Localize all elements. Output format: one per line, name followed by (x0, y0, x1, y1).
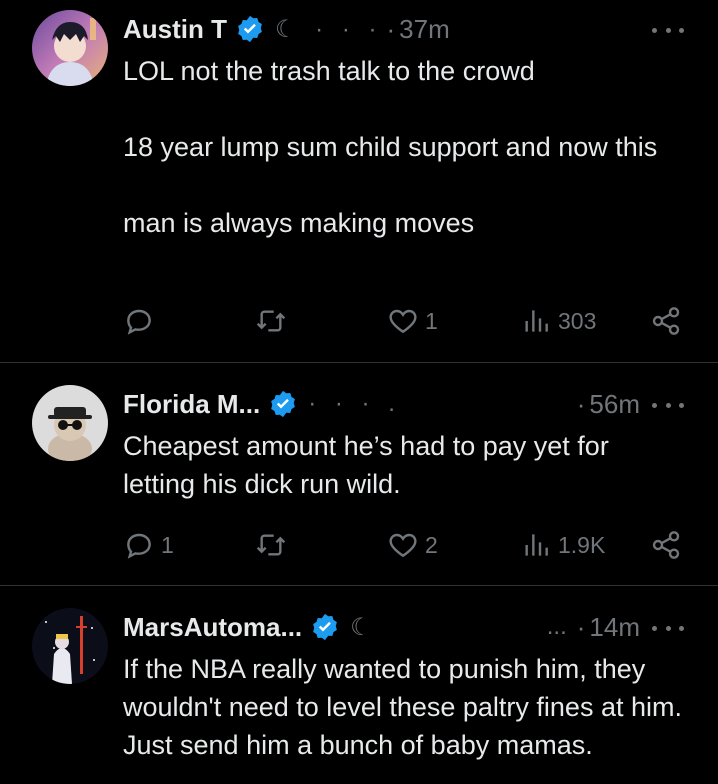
dot-separator: · (576, 611, 586, 642)
tweet-card[interactable]: Florida M... · · · . · 56m Cheapest amou… (0, 363, 718, 585)
reply-icon (127, 309, 151, 335)
display-name[interactable]: Florida M... (123, 389, 260, 420)
share-button[interactable] (650, 301, 682, 341)
share-icon (652, 307, 680, 335)
tweet-text: LOL not the trash talk to the crowd 18 y… (123, 52, 688, 242)
retweet-button[interactable] (255, 301, 293, 341)
tweet-text-line: 18 year lump sum child support and now t… (123, 132, 658, 162)
handle-truncated[interactable]: ... (547, 613, 567, 641)
dot-separator: · (576, 388, 586, 419)
verified-badge-icon (310, 612, 340, 642)
dot-separator: · (386, 13, 396, 44)
handle[interactable]: ☾ · · · (275, 15, 383, 44)
like-button[interactable]: 2 (387, 525, 438, 565)
tweet-header: MarsAutoma... ☾ ... · 14m (123, 610, 688, 644)
tweet-text: If the NBA really wanted to punish him, … (123, 650, 688, 764)
views-chart-icon (525, 534, 548, 556)
timeline-feed: Austin T ☾ · · · · 37m LOL not the trash… (0, 0, 718, 784)
share-button[interactable] (650, 525, 682, 565)
heart-icon (389, 533, 417, 558)
tweet-text-line: Cheapest amount he’s had to pay yet for … (123, 431, 609, 499)
timestamp[interactable]: 56m (589, 389, 640, 420)
avatar[interactable] (32, 608, 108, 684)
reply-button[interactable]: 1 (123, 525, 174, 565)
avatar[interactable] (32, 10, 108, 86)
tweet-card[interactable]: MarsAutoma... ☾ ... · 14m If the NBA rea… (0, 586, 718, 784)
action-bar: 1 303 (123, 301, 688, 341)
tweet-text-line: If the NBA really wanted to punish him, … (123, 654, 682, 760)
views-chart-icon (525, 310, 548, 332)
more-options-icon[interactable] (652, 618, 684, 638)
share-icon (652, 531, 680, 559)
verified-badge-icon (268, 389, 298, 419)
timestamp[interactable]: 14m (589, 612, 640, 643)
tweet-text-line: man is always making moves (123, 208, 475, 238)
tweet-header: Austin T ☾ · · · · 37m (123, 12, 688, 46)
retweet-button[interactable] (255, 525, 293, 565)
more-options-icon[interactable] (652, 395, 684, 415)
tweet-text-line: LOL not the trash talk to the crowd (123, 56, 535, 86)
tweet-text: Cheapest amount he’s had to pay yet for … (123, 427, 688, 503)
views-button[interactable]: 303 (520, 301, 596, 341)
more-options-icon[interactable] (652, 20, 684, 40)
heart-icon (389, 309, 417, 334)
retweet-icon (256, 534, 286, 556)
verified-badge-icon (235, 14, 265, 44)
like-button[interactable]: 1 (387, 301, 438, 341)
timestamp[interactable]: 37m (399, 14, 450, 45)
handle[interactable]: · · · . (308, 390, 401, 418)
tweet-header: Florida M... · · · . · 56m (123, 387, 688, 421)
tweet-card[interactable]: Austin T ☾ · · · · 37m LOL not the trash… (0, 0, 718, 362)
retweet-icon (256, 310, 286, 332)
avatar[interactable] (32, 385, 108, 461)
handle[interactable]: ☾ (350, 613, 378, 642)
views-button[interactable]: 1.9K (520, 525, 605, 565)
action-bar: 1 2 1.9K (123, 525, 688, 565)
reply-icon (127, 533, 151, 559)
reply-button[interactable] (123, 301, 161, 341)
display-name[interactable]: MarsAutoma... (123, 612, 302, 643)
display-name[interactable]: Austin T (123, 14, 227, 45)
